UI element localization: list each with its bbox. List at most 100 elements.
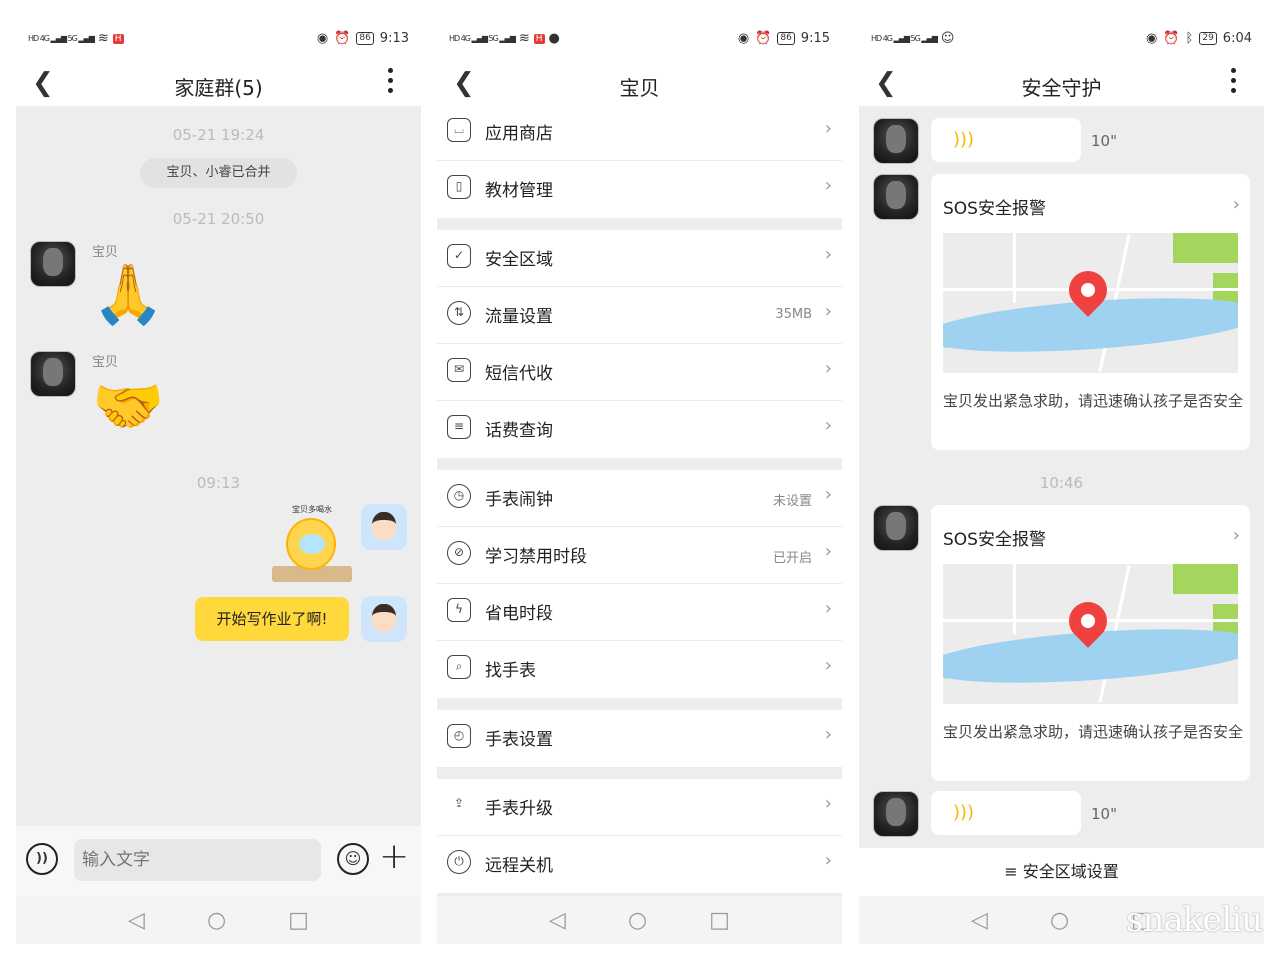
plus-icon[interactable]: + bbox=[379, 838, 409, 876]
sos-description: 宝贝发出紧急求助，请迅速确认孩子是否安全 bbox=[943, 723, 1244, 741]
status-bar: HD 4G ▂▄▆ 5G ▂▄▆ ≋ H ● ◉ ⏰ 86 9:15 bbox=[449, 31, 830, 46]
nav-home-icon[interactable]: ○ bbox=[628, 908, 647, 933]
menu-item-safe-zone[interactable]: ✓ 安全区域 › bbox=[437, 230, 842, 287]
app-notification-icon: H bbox=[533, 33, 545, 44]
menu-item-power-saving[interactable]: ϟ 省电时段 › bbox=[437, 584, 842, 641]
voice-duration: 10" bbox=[1091, 805, 1117, 823]
page-title: 家庭群(5) bbox=[174, 76, 263, 100]
chat-area[interactable]: 05-21 19:24 宝贝、小睿已合并 05-21 20:50 宝贝 🙏 宝贝… bbox=[16, 106, 421, 944]
system-nav-bar: ◁ ○ □ bbox=[437, 896, 842, 944]
menu-item-watch-settings[interactable]: ◴ 手表设置 › bbox=[437, 710, 842, 767]
voice-input-icon[interactable]: )) bbox=[26, 843, 58, 875]
menu-item-upgrade[interactable]: ⇪ 手表升级 › bbox=[437, 779, 842, 836]
alarm-icon: ◷ bbox=[447, 484, 471, 508]
alarm-icon: ⏰ bbox=[334, 31, 351, 46]
nav-back-icon[interactable]: ◁ bbox=[971, 908, 988, 933]
menu-item-app-store[interactable]: ⌴ 应用商店 › bbox=[437, 104, 842, 161]
menu-label: 应用商店 bbox=[485, 124, 553, 144]
drink-water-sticker[interactable]: 宝贝多喝水 bbox=[272, 504, 352, 582]
my-avatar[interactable] bbox=[361, 596, 407, 642]
chevron-right-icon: › bbox=[824, 793, 832, 814]
sos-title: SOS安全报警 bbox=[943, 199, 1046, 219]
clock: 9:15 bbox=[800, 31, 830, 46]
nav-home-icon[interactable]: ○ bbox=[1050, 908, 1069, 933]
page-title: 安全守护 bbox=[1021, 76, 1102, 100]
timestamp: 05-21 20:50 bbox=[172, 210, 265, 228]
avatar[interactable] bbox=[873, 174, 919, 220]
safe-zone-settings-button[interactable]: ≡ 安全区域设置 bbox=[859, 848, 1264, 896]
upgrade-icon: ⇪ bbox=[453, 796, 465, 810]
menu-label: 手表设置 bbox=[485, 730, 553, 750]
emoji-icon[interactable]: ☺ bbox=[337, 843, 369, 875]
menu-label: 手表闹钟 bbox=[485, 490, 553, 510]
avatar[interactable] bbox=[873, 791, 919, 837]
menu-item-find-watch[interactable]: ⌕ 找手表 › bbox=[437, 641, 842, 698]
menu-group: ◷ 手表闹钟 未设置 › ⊘ 学习禁用时段 已开启 › ϟ 省电时段 › ⌕ 找手表 › bbox=[437, 470, 842, 698]
more-icon[interactable] bbox=[387, 68, 393, 93]
chevron-right-icon: › bbox=[824, 484, 832, 505]
sender-name: 宝贝 bbox=[92, 355, 119, 370]
sos-alert-card[interactable]: SOS安全报警 › 宝贝发出紧急求助，请迅速确认孩子是否安全 bbox=[931, 505, 1250, 781]
chevron-right-icon: › bbox=[824, 118, 832, 139]
clock: 6:04 bbox=[1222, 31, 1252, 46]
message-icon: ● bbox=[548, 31, 560, 46]
guard-header: ❮ 安全守护 bbox=[859, 60, 1264, 106]
mail-icon: ✉ bbox=[447, 358, 471, 382]
menu-item-sms[interactable]: ✉ 短信代收 › bbox=[437, 344, 842, 401]
nav-recents-icon[interactable]: □ bbox=[709, 908, 730, 933]
menu-label: 安全区域 bbox=[485, 250, 553, 270]
sender-name: 宝贝 bbox=[92, 245, 119, 260]
menu-item-data-traffic[interactable]: ⇅ 流量设置 35MB › bbox=[437, 287, 842, 344]
chevron-right-icon: › bbox=[824, 244, 832, 265]
chevron-right-icon: › bbox=[824, 724, 832, 745]
menu-item-textbook[interactable]: ▯ 教材管理 › bbox=[437, 161, 842, 218]
battery-level: 29 bbox=[1199, 32, 1217, 45]
menu-item-alarm[interactable]: ◷ 手表闹钟 未设置 › bbox=[437, 470, 842, 527]
system-nav-bar: ◁ ○ □ bbox=[16, 896, 421, 944]
chevron-right-icon: › bbox=[824, 175, 832, 196]
chevron-right-icon: › bbox=[824, 301, 832, 322]
nav-recents-icon[interactable]: □ bbox=[288, 908, 309, 933]
location-map[interactable] bbox=[943, 564, 1238, 704]
family-group-chat-screen: HD 4G ▂▄▆ 5G ▂▄▆ ≋ H ◉ ⏰ 86 9:13 ❮ 家庭群(5) 05-… bbox=[16, 18, 421, 944]
book-icon: ▯ bbox=[447, 175, 471, 199]
avatar[interactable] bbox=[30, 351, 76, 397]
watermark: snakeliu bbox=[1126, 900, 1263, 940]
my-message-bubble[interactable]: 开始写作业了啊! bbox=[195, 597, 349, 641]
nav-home-icon[interactable]: ○ bbox=[207, 908, 226, 933]
eye-icon: ◉ bbox=[737, 31, 750, 46]
settings-header: ❮ 宝贝 bbox=[437, 60, 842, 106]
menu-item-bill[interactable]: ≡ 话费查询 › bbox=[437, 401, 842, 458]
sticker-caption: 宝贝多喝水 bbox=[292, 505, 332, 514]
my-avatar[interactable] bbox=[361, 504, 407, 550]
location-map[interactable] bbox=[943, 233, 1238, 373]
guard-feed[interactable]: ))) 10" SOS安全报警 › 宝贝发出紧急求助，请迅速确认孩子是否安全 1… bbox=[859, 106, 1264, 896]
battery-level: 86 bbox=[356, 32, 374, 45]
menu-label: 话费查询 bbox=[485, 421, 553, 441]
avatar[interactable] bbox=[873, 505, 919, 551]
traffic-icon: ⇅ bbox=[447, 301, 471, 325]
system-message: 宝贝、小睿已合并 bbox=[140, 158, 297, 188]
chevron-right-icon: › bbox=[824, 655, 832, 676]
menu-item-remote-shutdown[interactable]: ⏻ 远程关机 › bbox=[437, 836, 842, 893]
handshake-emoji-sticker[interactable]: 🤝 bbox=[92, 376, 164, 436]
wifi-icon: ≋ bbox=[97, 31, 109, 46]
message-input[interactable] bbox=[74, 839, 321, 881]
menu-value: 未设置 bbox=[772, 494, 812, 509]
more-icon[interactable] bbox=[1230, 68, 1236, 93]
voice-message[interactable]: ))) bbox=[931, 791, 1081, 835]
avatar[interactable] bbox=[873, 118, 919, 164]
timestamp: 09:13 bbox=[196, 474, 241, 492]
pray-emoji-sticker[interactable]: 🙏 bbox=[92, 264, 164, 324]
sos-alert-card[interactable]: SOS安全报警 › 宝贝发出紧急求助，请迅速确认孩子是否安全 bbox=[931, 174, 1250, 450]
eye-icon: ◉ bbox=[1146, 31, 1158, 46]
chevron-right-icon: › bbox=[1232, 525, 1240, 546]
menu-item-study-ban[interactable]: ⊘ 学习禁用时段 已开启 › bbox=[437, 527, 842, 584]
shield-icon: ✓ bbox=[447, 244, 471, 268]
power-icon: ⏻ bbox=[447, 850, 471, 874]
avatar[interactable] bbox=[30, 241, 76, 287]
nav-back-icon[interactable]: ◁ bbox=[128, 908, 145, 933]
voice-message[interactable]: ))) bbox=[931, 118, 1081, 162]
battery-icon: ϟ bbox=[447, 598, 471, 622]
nav-back-icon[interactable]: ◁ bbox=[549, 908, 566, 933]
